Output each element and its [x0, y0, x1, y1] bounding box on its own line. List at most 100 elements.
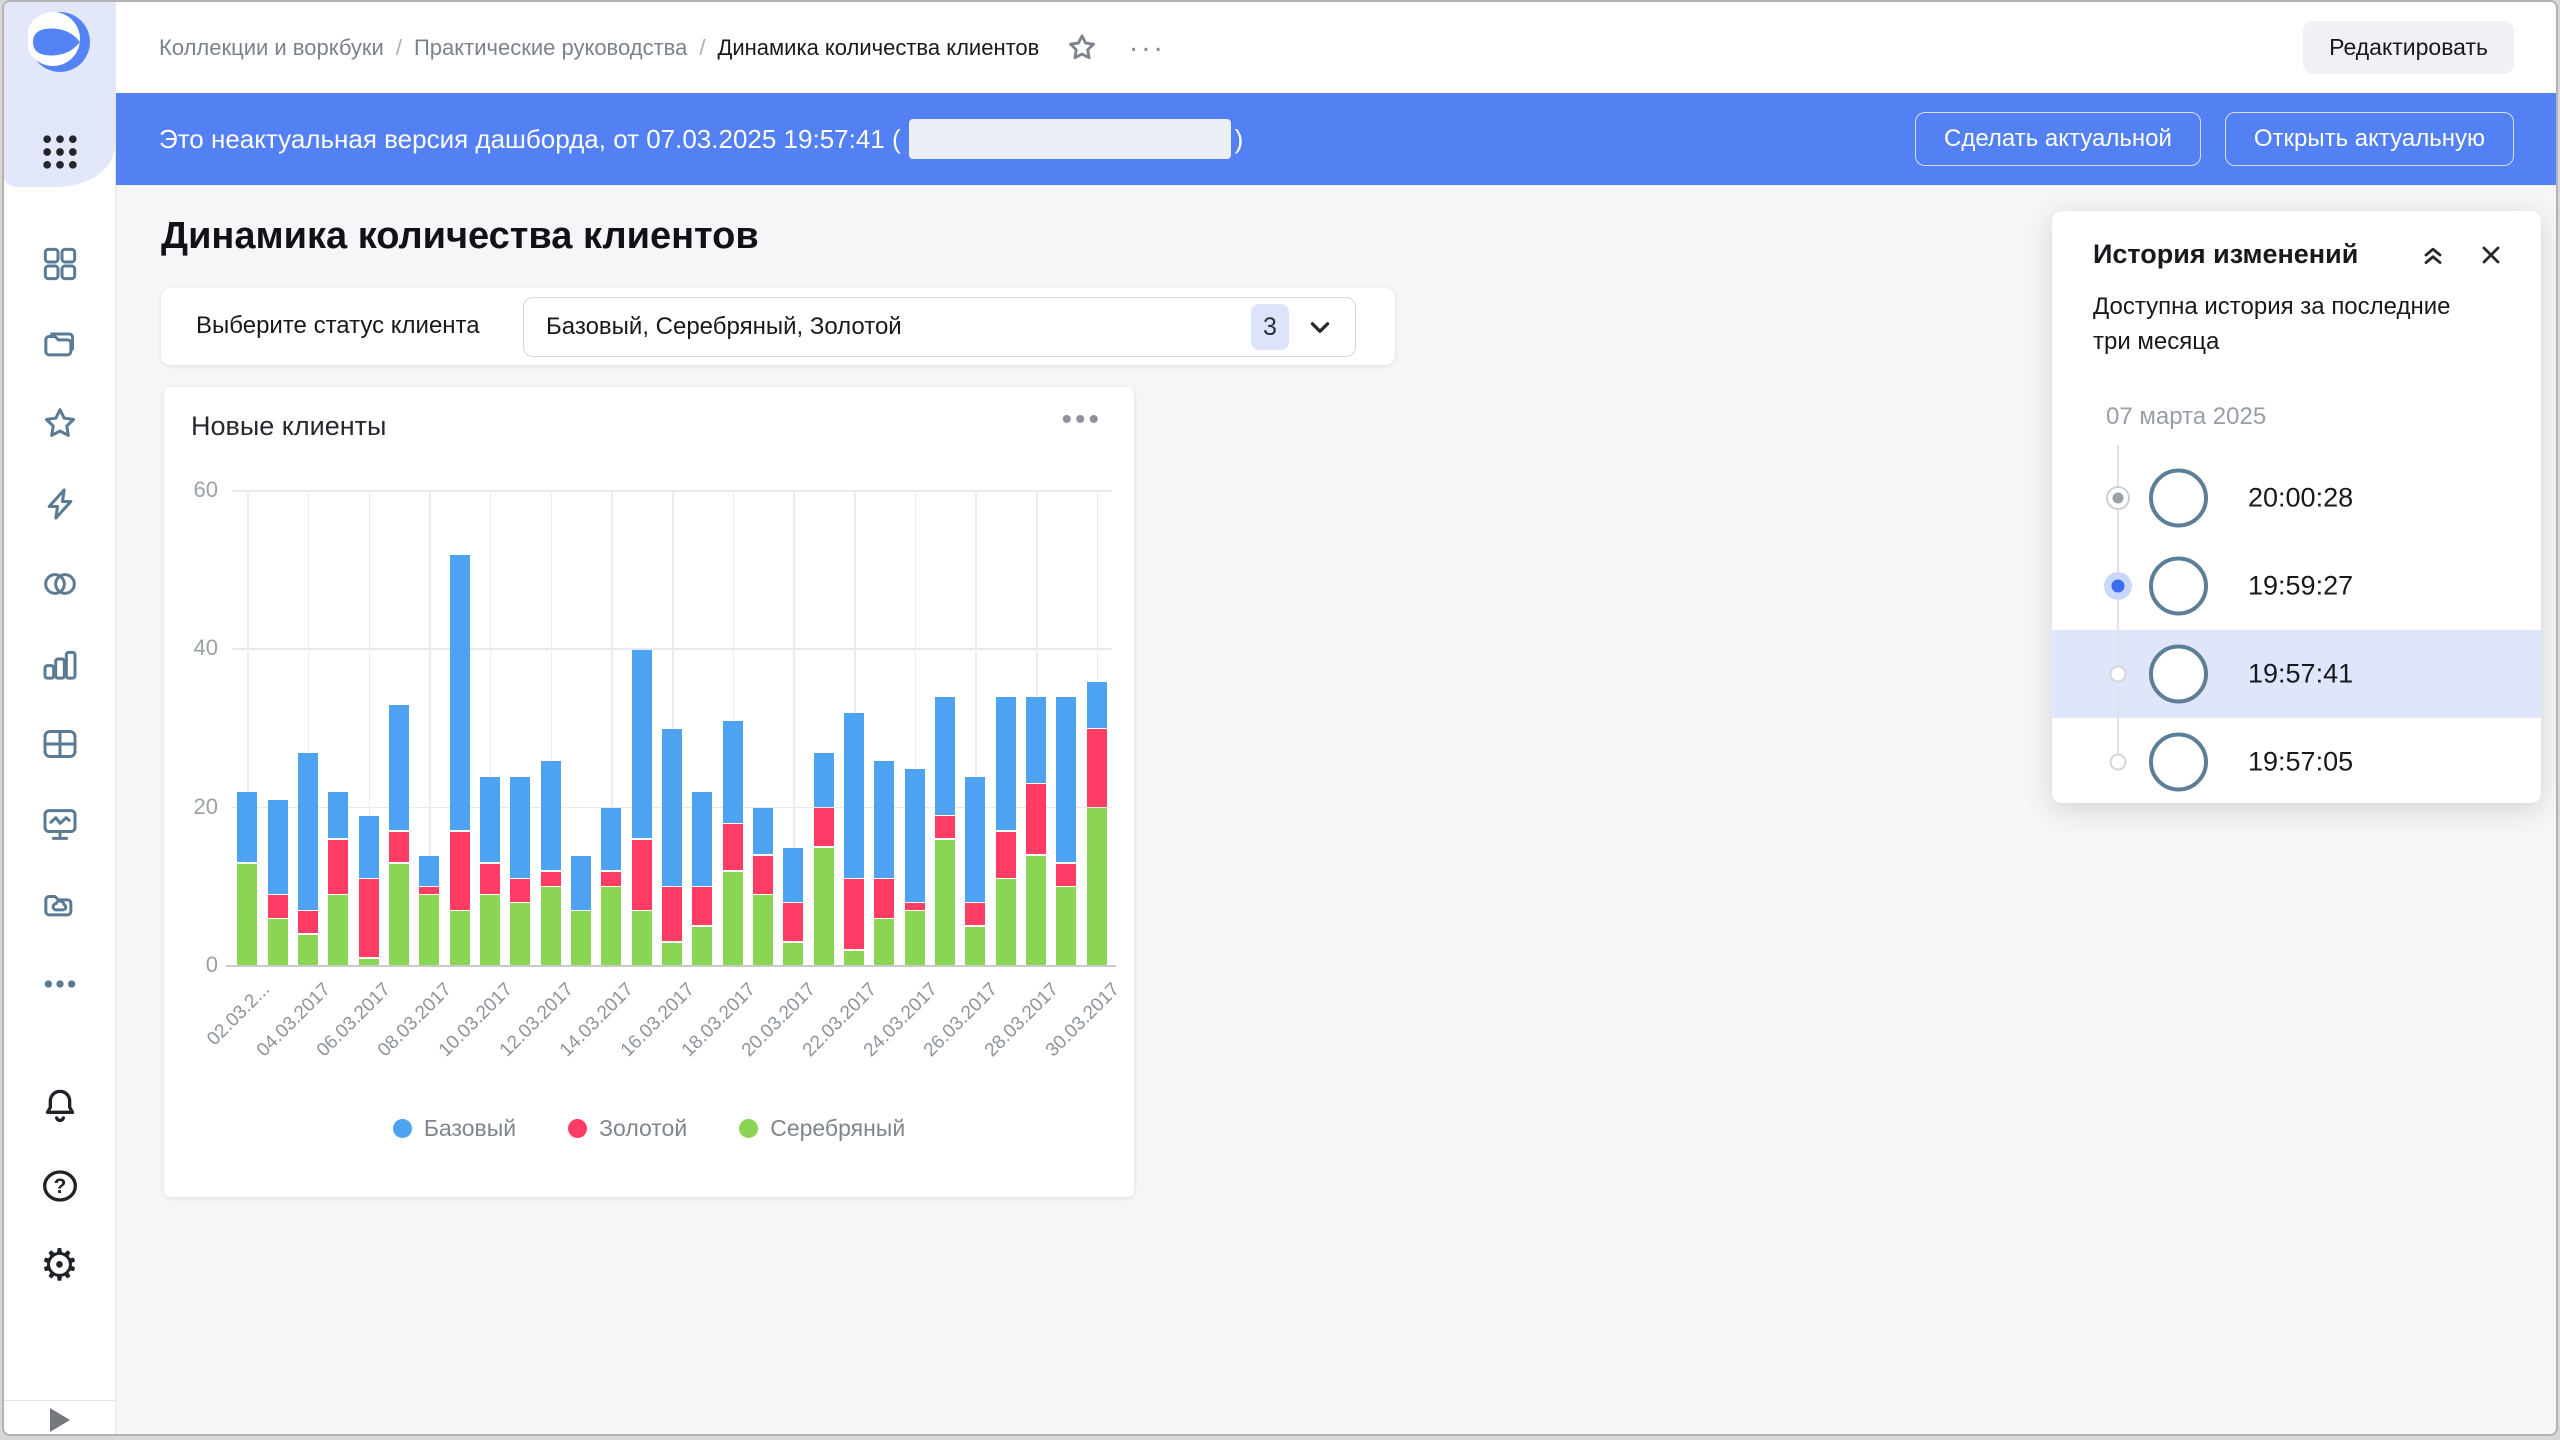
bar-segment-Золотой[interactable] [480, 864, 500, 894]
bar-segment-Серебряный[interactable] [935, 840, 955, 965]
sidebar-item-favorites[interactable] [4, 384, 115, 464]
bar-segment-Золотой[interactable] [298, 911, 318, 933]
version-time[interactable]: 19:57:41 [2248, 659, 2353, 690]
edit-button[interactable]: Редактировать [2303, 21, 2514, 74]
version-row[interactable]: 19:59:27 [2052, 542, 2541, 630]
bar-segment-Серебряный[interactable] [450, 911, 470, 965]
bar-segment-Базовый[interactable] [419, 856, 439, 886]
bar-segment-Базовый[interactable] [783, 848, 803, 902]
bar-segment-Серебряный[interactable] [1026, 856, 1046, 965]
bar-segment-Золотой[interactable] [450, 832, 470, 910]
bar-segment-Базовый[interactable] [965, 777, 985, 902]
bar-segment-Золотой[interactable] [662, 887, 682, 941]
bar-segment-Золотой[interactable] [814, 808, 834, 846]
bar-segment-Золотой[interactable] [632, 840, 652, 910]
bar-segment-Базовый[interactable] [874, 761, 894, 878]
client-status-select[interactable]: Базовый, Серебряный, Золотой 3 [523, 297, 1356, 357]
bar-segment-Базовый[interactable] [601, 808, 621, 870]
bar-segment-Базовый[interactable] [328, 792, 348, 838]
bar-segment-Золотой[interactable] [935, 816, 955, 838]
bar-segment-Базовый[interactable] [1056, 697, 1076, 862]
bar-segment-Серебряный[interactable] [874, 919, 894, 965]
more-dots-icon[interactable]: ... [1129, 42, 1166, 54]
bar-segment-Золотой[interactable] [996, 832, 1016, 878]
sidebar-item-editor[interactable] [4, 784, 115, 864]
bar-segment-Серебряный[interactable] [541, 887, 561, 965]
breadcrumb-guides[interactable]: Практические руководства [414, 35, 687, 61]
bar-segment-Базовый[interactable] [905, 769, 925, 902]
bar-segment-Золотой[interactable] [268, 895, 288, 917]
bar-segment-Серебряный[interactable] [328, 895, 348, 965]
bar-segment-Базовый[interactable] [844, 713, 864, 878]
sidebar-item-storage[interactable] [4, 864, 115, 944]
datalens-logo[interactable] [28, 10, 92, 74]
version-time[interactable]: 20:00:28 [2248, 483, 2353, 514]
bar-segment-Серебряный[interactable] [662, 943, 682, 965]
chart-menu-ellipsis-icon[interactable]: ••• [1061, 405, 1102, 435]
sidebar-expand-button[interactable] [4, 1404, 115, 1436]
bar-segment-Золотой[interactable] [328, 840, 348, 894]
open-actual-button[interactable]: Открыть актуальную [2225, 112, 2514, 166]
make-actual-button[interactable]: Сделать актуальной [1915, 112, 2201, 166]
bar-segment-Золотой[interactable] [419, 887, 439, 893]
bar-segment-Серебряный[interactable] [268, 919, 288, 965]
apps-grid-icon[interactable] [38, 130, 82, 174]
bar-segment-Базовый[interactable] [510, 777, 530, 878]
bar-segment-Серебряный[interactable] [844, 951, 864, 965]
legend-item-Золотой[interactable]: Золотой [568, 1115, 687, 1142]
bar-segment-Серебряный[interactable] [692, 927, 712, 965]
bar-segment-Серебряный[interactable] [571, 911, 591, 965]
sidebar-item-charts[interactable] [4, 624, 115, 704]
bar-segment-Базовый[interactable] [753, 808, 773, 854]
bar-segment-Базовый[interactable] [723, 721, 743, 822]
version-time[interactable]: 19:57:05 [2248, 747, 2353, 778]
version-radio[interactable] [2106, 486, 2130, 510]
legend-item-Базовый[interactable]: Базовый [393, 1115, 516, 1142]
bar-segment-Базовый[interactable] [692, 792, 712, 886]
notifications-button[interactable] [4, 1066, 115, 1146]
favorite-star-button[interactable] [1065, 31, 1099, 65]
bar-segment-Базовый[interactable] [480, 777, 500, 863]
bar-segment-Серебряный[interactable] [601, 887, 621, 965]
bar-segment-Базовый[interactable] [237, 792, 257, 862]
bar-segment-Базовый[interactable] [541, 761, 561, 870]
bar-segment-Золотой[interactable] [541, 872, 561, 886]
bar-segment-Серебряный[interactable] [723, 872, 743, 966]
bar-segment-Базовый[interactable] [389, 705, 409, 830]
bar-segment-Серебряный[interactable] [389, 864, 409, 965]
bar-segment-Серебряный[interactable] [814, 848, 834, 965]
bar-segment-Серебряный[interactable] [965, 927, 985, 965]
version-row[interactable]: 19:57:41 [2052, 630, 2541, 718]
bar-segment-Базовый[interactable] [662, 729, 682, 886]
help-button[interactable]: ? [4, 1146, 115, 1226]
bar-segment-Серебряный[interactable] [510, 903, 530, 965]
close-button[interactable] [2477, 241, 2505, 269]
version-time[interactable]: 19:59:27 [2248, 571, 2353, 602]
bar-segment-Серебряный[interactable] [1056, 887, 1076, 965]
bar-segment-Золотой[interactable] [389, 832, 409, 862]
bar-segment-Золотой[interactable] [753, 856, 773, 894]
bar-segment-Золотой[interactable] [905, 903, 925, 909]
bar-segment-Золотой[interactable] [1087, 729, 1107, 807]
bar-segment-Серебряный[interactable] [753, 895, 773, 965]
bar-segment-Золотой[interactable] [874, 879, 894, 917]
bar-segment-Серебряный[interactable] [298, 935, 318, 965]
bar-segment-Золотой[interactable] [783, 903, 803, 941]
bar-segment-Золотой[interactable] [601, 872, 621, 886]
bar-segment-Базовый[interactable] [935, 697, 955, 814]
bar-segment-Базовый[interactable] [298, 753, 318, 910]
version-row[interactable]: 20:00:28 [2052, 454, 2541, 542]
bar-segment-Базовый[interactable] [1087, 682, 1107, 728]
bar-segment-Серебряный[interactable] [237, 864, 257, 965]
sidebar-item-more[interactable] [4, 944, 115, 1024]
bar-segment-Базовый[interactable] [268, 800, 288, 894]
bar-segment-Базовый[interactable] [450, 555, 470, 831]
bar-segment-Базовый[interactable] [1026, 697, 1046, 783]
bar-segment-Базовый[interactable] [814, 753, 834, 807]
bar-segment-Золотой[interactable] [1056, 864, 1076, 886]
breadcrumb-collections[interactable]: Коллекции и воркбуки [159, 35, 384, 61]
bar-segment-Серебряный[interactable] [419, 895, 439, 965]
bar-segment-Золотой[interactable] [723, 824, 743, 870]
bar-segment-Базовый[interactable] [996, 697, 1016, 830]
version-row[interactable]: 19:57:05 [2052, 718, 2541, 806]
